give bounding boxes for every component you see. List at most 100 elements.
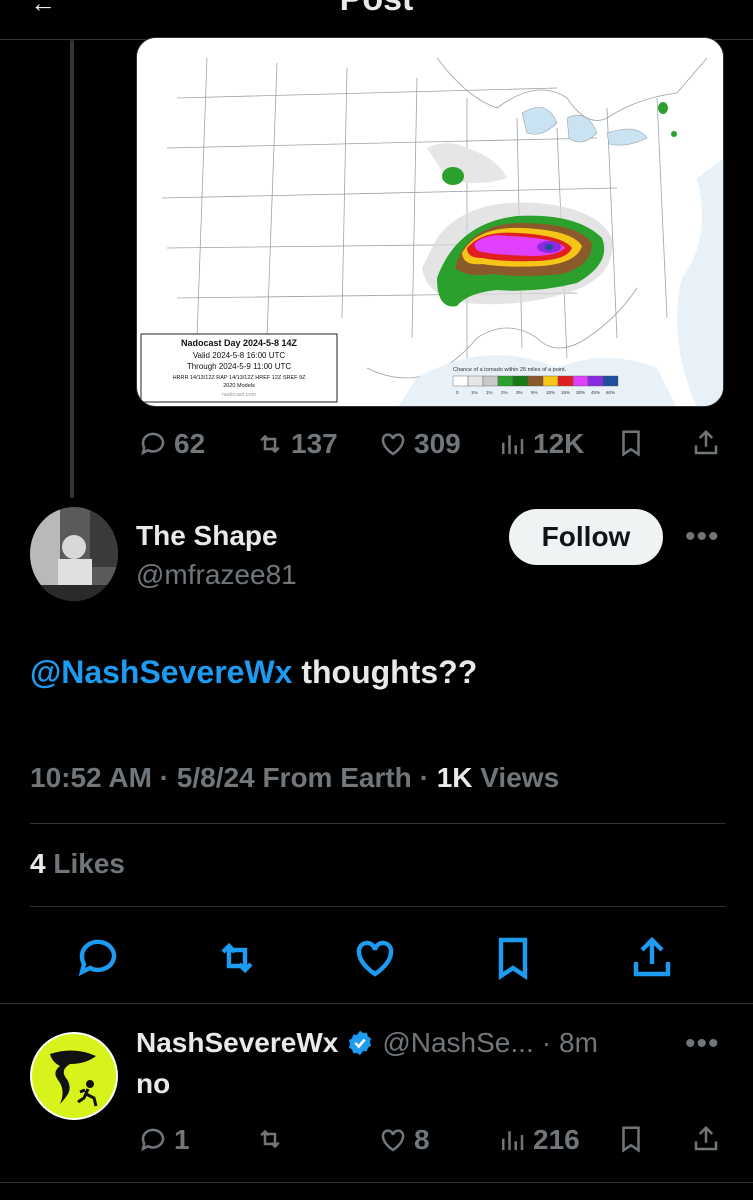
- scale-swatch: [587, 375, 604, 387]
- reply-handle[interactable]: @NashSe...: [382, 1027, 533, 1059]
- likes-label: Likes: [53, 848, 125, 879]
- views-icon: [502, 1131, 524, 1150]
- repost-button[interactable]: [213, 934, 261, 987]
- share-icon: [694, 429, 718, 455]
- display-name[interactable]: The Shape: [136, 520, 278, 552]
- repost-action[interactable]: 137: [255, 428, 338, 460]
- like-button[interactable]: [351, 934, 399, 987]
- share-icon: [633, 936, 671, 977]
- repost-action[interactable]: [255, 1124, 291, 1154]
- repost-count: 137: [291, 428, 338, 459]
- avatar-photo: [30, 507, 118, 601]
- map-site: nadocast.com: [222, 392, 257, 398]
- views-action[interactable]: 12K: [497, 428, 584, 460]
- scale-swatch: [512, 375, 529, 387]
- map-through-time: Through 2024-5-9 11:00 UTC: [187, 362, 292, 371]
- share-button[interactable]: [691, 428, 721, 458]
- tweet-media-map[interactable]: Nadocast Day 2024-5-8 14Z Valid 2024-5-8…: [136, 37, 724, 407]
- scale-label: 15%: [561, 390, 570, 395]
- tweet-body: thoughts??: [292, 654, 478, 690]
- reply-count: 62: [174, 428, 206, 459]
- reply-count: 1: [174, 1124, 190, 1155]
- likes-total: 4: [30, 848, 46, 879]
- share-button[interactable]: [628, 934, 676, 987]
- repost-icon: [260, 1129, 280, 1149]
- map-models-count: 2020 Models: [223, 383, 255, 389]
- follow-button[interactable]: Follow: [509, 509, 663, 565]
- scale-swatch: [557, 375, 574, 387]
- reply-text: no: [136, 1068, 171, 1099]
- reply-icon: [141, 432, 165, 456]
- divider: [0, 1003, 753, 1004]
- scale-swatch: [542, 375, 559, 387]
- like-count: 309: [414, 428, 461, 459]
- bookmark-icon: [498, 937, 528, 981]
- tweet-text: @NashSevereWx thoughts??: [30, 654, 477, 691]
- scale-swatch: [482, 375, 499, 387]
- bookmark-button[interactable]: [616, 428, 646, 458]
- heart-icon: [381, 433, 405, 456]
- page-title: Post: [0, 0, 753, 19]
- tweet-meta: 10:52 AM · 5/8/24 From Earth · 1K Views: [30, 762, 560, 793]
- scale-swatch: [527, 375, 544, 387]
- scale-label: 60%: [606, 390, 615, 395]
- scale-label: 3%: [516, 390, 523, 395]
- divider: [30, 823, 725, 824]
- reply-action[interactable]: 62: [138, 428, 205, 460]
- likes-summary[interactable]: 4 Likes: [30, 848, 125, 880]
- map-models: HRRR 14/13/12Z RAP 14/13/12Z HREF 12Z SR…: [173, 375, 307, 381]
- divider: [30, 906, 725, 907]
- bookmark-icon: [622, 430, 640, 457]
- map-valid-time: Valid 2024-5-8 16:00 UTC: [193, 351, 286, 360]
- more-options-icon[interactable]: •••: [685, 520, 720, 554]
- reply-icon: [78, 939, 117, 977]
- share-button[interactable]: [691, 1124, 721, 1154]
- top-bar: ← Post: [0, 0, 753, 40]
- verified-badge-icon: [349, 1030, 372, 1056]
- scale-label: 45%: [591, 390, 600, 395]
- reply-action[interactable]: 1: [138, 1124, 190, 1156]
- tornado-probability-map: Nadocast Day 2024-5-8 14Z Valid 2024-5-8…: [137, 38, 723, 406]
- map-legend-title: Nadocast Day 2024-5-8 14Z: [181, 338, 298, 348]
- views-action[interactable]: 216: [497, 1124, 580, 1156]
- tweet-date[interactable]: 5/8/24: [177, 762, 255, 793]
- views-label: Views: [480, 762, 560, 793]
- reply-display-name[interactable]: NashSevereWx: [136, 1027, 338, 1059]
- reply-header: NashSevereWx @NashSe... · 8m: [136, 1027, 598, 1059]
- views-count: 12K: [533, 428, 585, 459]
- views-count: 216: [533, 1124, 580, 1155]
- reply-age[interactable]: 8m: [559, 1027, 598, 1059]
- repost-icon: [260, 434, 280, 454]
- scale-swatch: [602, 375, 619, 387]
- scale-label: 10%: [546, 390, 555, 395]
- heart-icon: [356, 940, 394, 977]
- tweet-time[interactable]: 10:52 AM: [30, 762, 152, 793]
- mention-link[interactable]: @NashSevereWx: [30, 654, 292, 690]
- bookmark-button[interactable]: [489, 934, 537, 987]
- scale-swatch: [497, 375, 514, 387]
- scale-swatch: [467, 375, 484, 387]
- scale-label: 30%: [576, 390, 585, 395]
- bookmark-icon: [622, 1126, 640, 1153]
- avatar-nashseverewx[interactable]: [30, 1032, 118, 1120]
- avatar-the-shape[interactable]: [30, 507, 118, 601]
- like-action[interactable]: 309: [378, 428, 461, 460]
- thread-connector: [70, 40, 74, 498]
- scale-label: 1%: [486, 390, 493, 395]
- reply-button[interactable]: [74, 934, 122, 987]
- scale-swatch: [452, 375, 469, 387]
- like-count: 8: [414, 1124, 430, 1155]
- more-options-icon[interactable]: •••: [685, 1027, 720, 1061]
- reply-icon: [141, 1128, 165, 1152]
- like-action[interactable]: 8: [378, 1124, 430, 1156]
- scale-label: 5%: [531, 390, 538, 395]
- user-handle[interactable]: @mfrazee81: [136, 559, 297, 591]
- scale-label: 2%: [501, 390, 508, 395]
- scale-title: Chance of a tornado within 25 miles of a…: [453, 367, 567, 373]
- bookmark-button[interactable]: [616, 1124, 646, 1154]
- scale-swatch: [572, 375, 589, 387]
- share-icon: [694, 1125, 718, 1151]
- scale-label: 1%: [471, 390, 478, 395]
- heart-icon: [381, 1129, 405, 1152]
- tornado-runner-logo-icon: [32, 1034, 116, 1118]
